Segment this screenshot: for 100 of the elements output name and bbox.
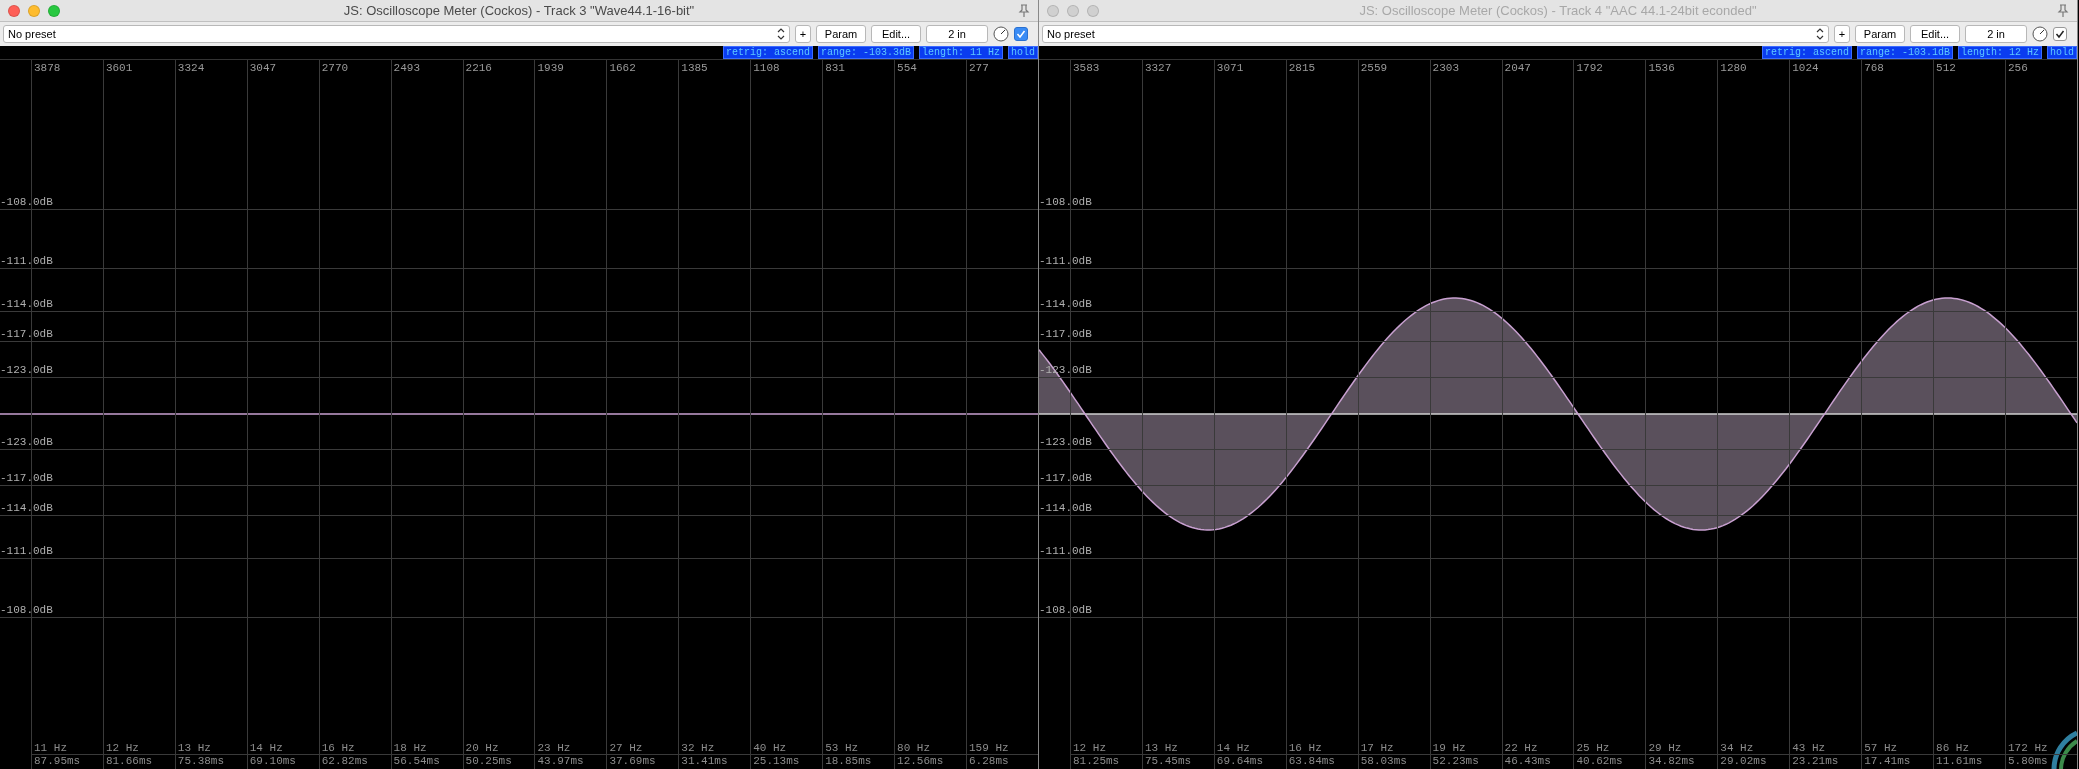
knob-icon[interactable] (2032, 26, 2048, 42)
pin-icon[interactable] (2057, 4, 2069, 18)
column-label: 3047 (248, 61, 278, 74)
frequency-label: 43 Hz (1790, 742, 1862, 755)
period-label: 11.61ms (1935, 755, 1984, 769)
corner-arc-icon (2051, 729, 2077, 769)
frequency-label: 11 Hz (32, 742, 103, 755)
preset-dropdown[interactable]: No preset (3, 25, 790, 43)
frequency-label: 17 Hz (1358, 742, 1430, 755)
status-badge[interactable]: length: 11 Hz (918, 46, 1003, 59)
db-label: -123.0dB (0, 364, 53, 376)
period-label: 52.23ms (1431, 755, 1480, 769)
column-label: 3878 (33, 61, 62, 74)
frequency-label: 159 Hz (967, 742, 1038, 755)
column-label: 2216 (464, 61, 493, 74)
period-label: 63.84ms (1287, 755, 1336, 769)
enable-checkbox[interactable] (2053, 27, 2067, 41)
frequency-label: 86 Hz (1934, 742, 2005, 755)
column-label: 2770 (320, 61, 350, 74)
column-label: 1536 (1647, 61, 1676, 74)
window-control-button[interactable] (48, 5, 60, 17)
period-label: 81.25ms (1072, 755, 1121, 769)
db-label: -117.0dB (1039, 328, 1092, 340)
period-label: 34.82ms (1647, 755, 1696, 769)
frequency-label: 80 Hz (895, 742, 966, 755)
status-badge[interactable]: retrig: ascend (722, 46, 813, 59)
column-label: 1792 (1575, 61, 1604, 74)
frequency-label: 23 Hz (535, 742, 607, 755)
frequency-label: 14 Hz (247, 742, 319, 755)
status-badge[interactable]: range: -103.1dB (1856, 46, 1953, 59)
column-label: 2493 (392, 61, 421, 74)
column-label: 256 (2007, 61, 2029, 74)
db-label: -114.0dB (1039, 298, 1092, 310)
frequency-label: 53 Hz (823, 742, 895, 755)
db-label: -117.0dB (0, 328, 53, 340)
preset-dropdown[interactable]: No preset (1042, 25, 1829, 43)
column-label: 2047 (1503, 61, 1532, 74)
toolbar-button[interactable]: Param (816, 25, 866, 43)
window-control-button[interactable] (28, 5, 40, 17)
column-label: 1280 (1719, 61, 1748, 74)
preset-value: No preset (1047, 26, 1095, 42)
period-label: 46.43ms (1503, 755, 1552, 769)
period-label: 6.28ms (968, 755, 1010, 769)
frequency-label: 20 Hz (463, 742, 535, 755)
db-label: -111.0dB (0, 255, 53, 267)
status-badge[interactable]: retrig: ascend (1761, 46, 1852, 59)
frequency-label: 16 Hz (319, 742, 391, 755)
db-label: -123.0dB (0, 436, 53, 448)
toolbar-button[interactable]: 2 in (926, 25, 988, 43)
knob-icon[interactable] (993, 26, 1009, 42)
db-label: -108.0dB (0, 604, 53, 616)
frequency-label: 32 Hz (679, 742, 751, 755)
pin-icon[interactable] (1018, 4, 1030, 18)
column-label: 2303 (1431, 61, 1460, 74)
toolbar-button[interactable]: + (1834, 25, 1850, 43)
chevron-updown-icon (1816, 28, 1824, 40)
status-badge[interactable]: hold (1008, 46, 1038, 59)
period-label: 31.41ms (680, 755, 729, 769)
frequency-label: 13 Hz (1142, 742, 1214, 755)
period-label: 87.95ms (33, 755, 82, 769)
column-label: 1939 (536, 61, 565, 74)
chevron-updown-icon (777, 28, 785, 40)
period-label: 18.85ms (824, 755, 873, 769)
column-label: 768 (1863, 61, 1885, 74)
period-label: 37.69ms (608, 755, 657, 769)
column-label: 554 (896, 61, 918, 74)
frequency-label: 25 Hz (1574, 742, 1646, 755)
frequency-label: 27 Hz (607, 742, 679, 755)
window-title: JS: Oscilloscope Meter (Cockos) - Track 4 "AAC 44.1-24bit econded" (1359, 1, 1757, 20)
toolbar-button[interactable]: Param (1855, 25, 1905, 43)
db-label: -114.0dB (1039, 502, 1092, 514)
toolbar-button[interactable]: + (795, 25, 811, 43)
window-control-button[interactable] (8, 5, 20, 17)
column-label: 831 (824, 61, 846, 74)
frequency-label: 22 Hz (1502, 742, 1574, 755)
toolbar-button[interactable]: Edit... (871, 25, 921, 43)
status-badge[interactable]: length: 12 Hz (1957, 46, 2042, 59)
db-label: -117.0dB (0, 472, 53, 484)
period-label: 17.41ms (1863, 755, 1912, 769)
status-badge[interactable]: hold (2047, 46, 2077, 59)
toolbar-button[interactable]: 2 in (1965, 25, 2027, 43)
frequency-label: 57 Hz (1862, 742, 1934, 755)
toolbar-button[interactable]: Edit... (1910, 25, 1960, 43)
period-label: 62.82ms (320, 755, 369, 769)
period-label: 56.54ms (392, 755, 441, 769)
period-label: 69.64ms (1215, 755, 1265, 769)
frequency-label: 12 Hz (103, 742, 175, 755)
status-badge[interactable]: range: -103.3dB (817, 46, 914, 59)
column-label: 277 (968, 61, 990, 74)
period-label: 23.21ms (1791, 755, 1840, 769)
preset-value: No preset (8, 26, 56, 42)
frequency-label: 29 Hz (1646, 742, 1718, 755)
enable-checkbox[interactable] (1014, 27, 1028, 41)
frequency-label: 34 Hz (1718, 742, 1790, 755)
period-label: 50.25ms (464, 755, 513, 769)
frequency-label: 172 Hz (2006, 742, 2077, 755)
column-label: 1385 (680, 61, 709, 74)
period-label: 43.97ms (536, 755, 585, 769)
period-label: 12.56ms (896, 755, 945, 769)
column-label: 3583 (1072, 61, 1101, 74)
